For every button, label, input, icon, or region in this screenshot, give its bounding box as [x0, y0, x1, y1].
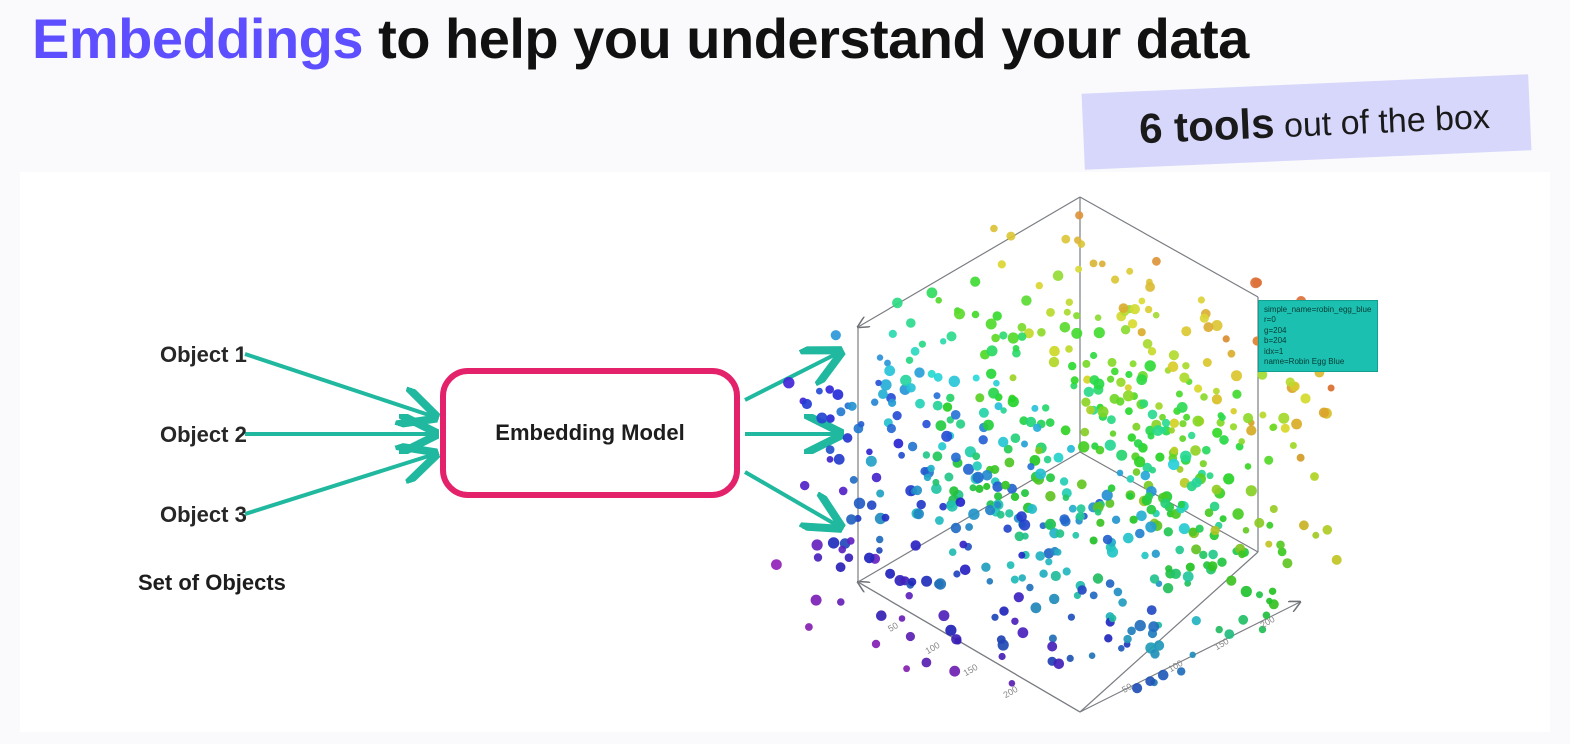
sticky-note: 6 tools out of the box [1082, 74, 1532, 169]
tooltip-line: simple_name=robin_egg_blue [1264, 305, 1372, 315]
slide-root: Embeddings to help you understand your d… [0, 0, 1570, 744]
title-rest: to help you understand your data [363, 7, 1249, 70]
arrow-in-1 [245, 354, 435, 417]
model-label: Embedding Model [495, 420, 684, 446]
note-rest: out of the box [1274, 98, 1491, 145]
scatter-tooltip: simple_name=robin_egg_blue r=0 g=204 b=2… [1258, 300, 1378, 372]
arrow-in-3 [245, 454, 435, 514]
diagram-svg [20, 172, 1550, 732]
embedding-model-box: Embedding Model [440, 368, 740, 498]
label-set-of-objects: Set of Objects [138, 570, 286, 596]
tooltip-line: name=Robin Egg Blue [1264, 357, 1372, 367]
arrow-out-1 [745, 352, 840, 400]
label-object-1: Object 1 [160, 342, 247, 368]
tooltip-line: r=0 [1264, 315, 1372, 325]
label-object-3: Object 3 [160, 502, 247, 528]
slide-title: Embeddings to help you understand your d… [32, 6, 1249, 71]
tooltip-line: g=204 [1264, 326, 1372, 336]
diagram-area: Object 1 Object 2 Object 3 Set of Object… [20, 172, 1550, 732]
note-big: 6 tools [1138, 99, 1275, 152]
label-object-2: Object 2 [160, 422, 247, 448]
tooltip-line: b=204 [1264, 336, 1372, 346]
title-accent: Embeddings [32, 7, 363, 70]
arrow-out-3 [745, 472, 840, 527]
tooltip-line: idx=1 [1264, 347, 1372, 357]
